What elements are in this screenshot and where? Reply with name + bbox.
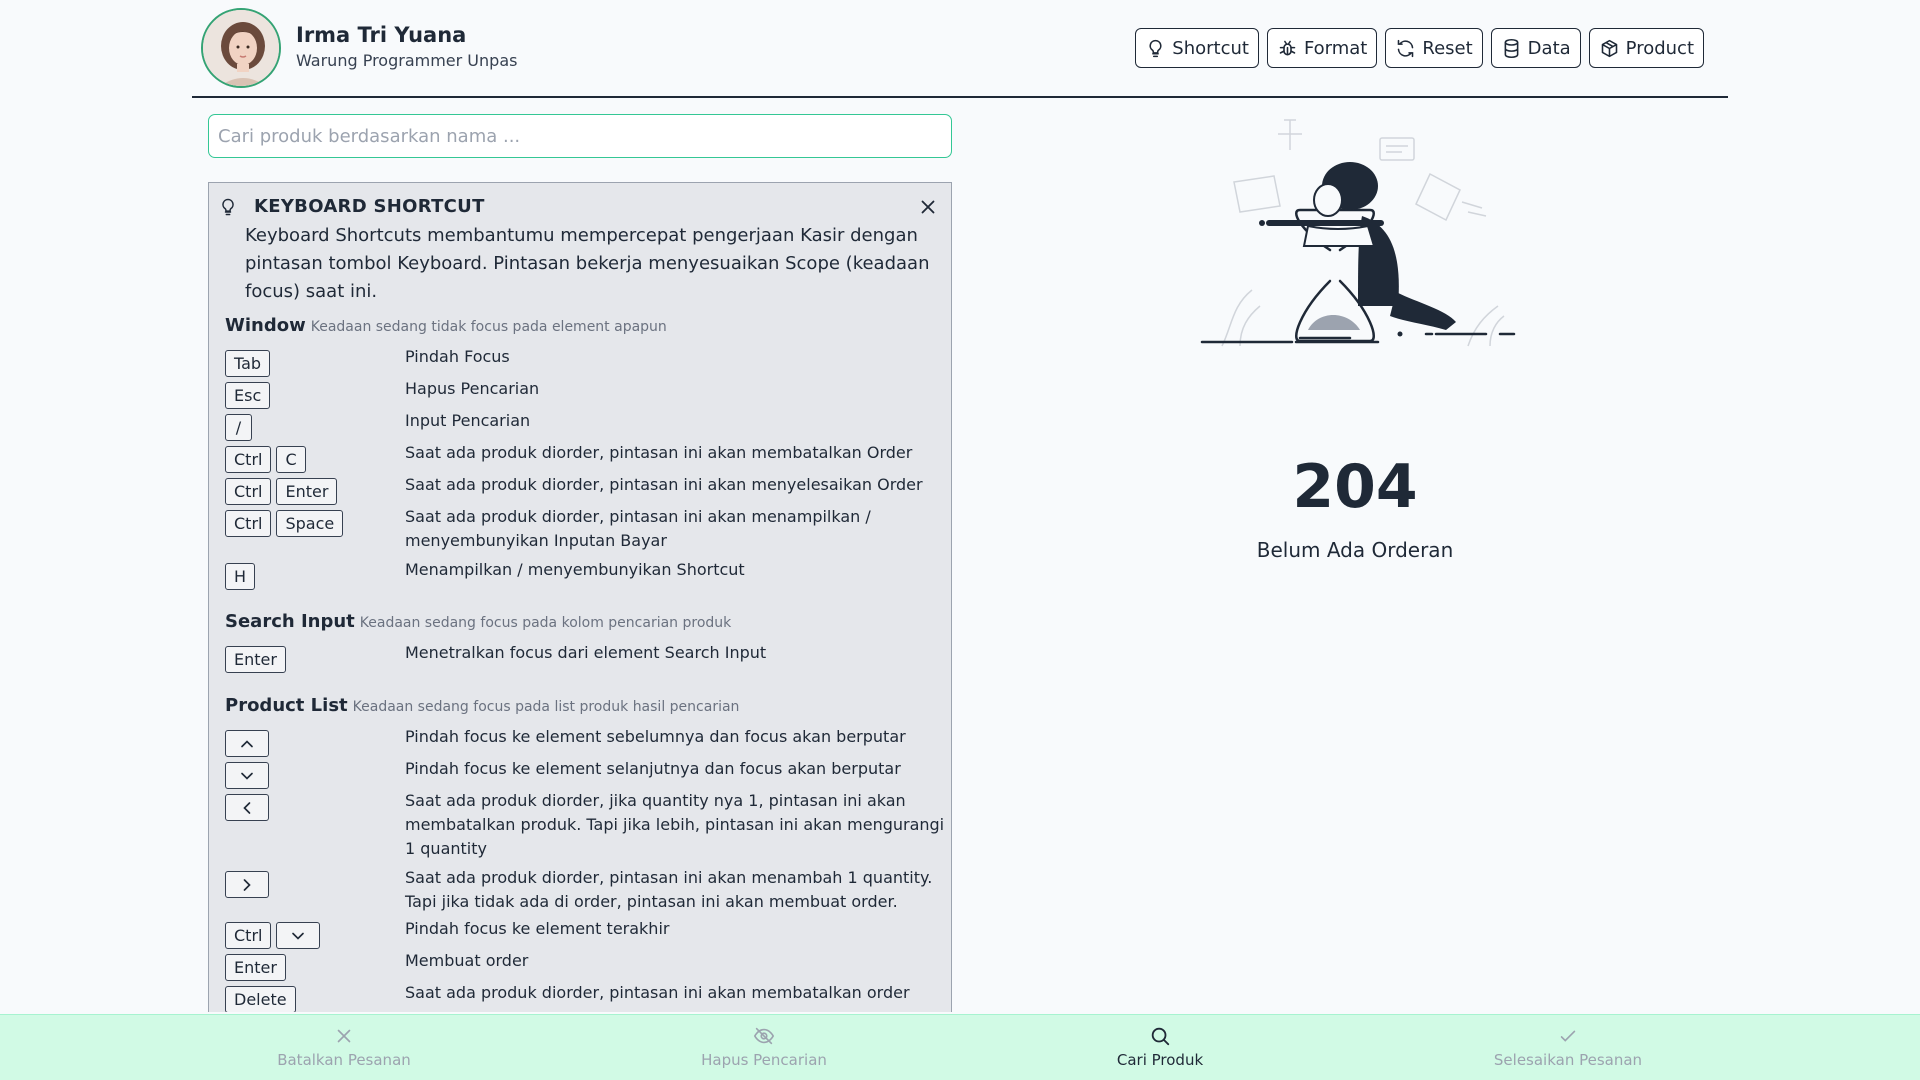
key-ctrl: Ctrl [225,922,272,949]
data-button[interactable]: Data [1490,28,1581,68]
shortcut-desc: Saat ada produk diorder, pintasan ini ak… [405,475,923,494]
search-input[interactable] [208,114,952,158]
format-button[interactable]: Format [1266,28,1378,68]
arrow-right-icon [225,871,269,898]
arrow-up-icon [225,730,269,757]
finish-order-label: Selesaikan Pesanan [1493,1051,1643,1069]
lightbulb-icon [1149,39,1162,57]
shortcut-desc: Saat ada produk diorder, pintasan ini ak… [405,868,933,911]
bug-icon [1279,40,1296,55]
arrow-left-icon [225,794,269,821]
order-count: 204 [1292,452,1418,522]
reset-button[interactable]: Reset [1385,28,1483,68]
box-icon [1601,39,1617,57]
section-title-product-list: Product List Keadaan sedang focus pada li… [225,695,739,716]
product-button-label: Product [1625,37,1694,59]
data-button-label: Data [1527,37,1571,59]
clear-search-button[interactable]: Hapus Pencarian [664,1025,864,1069]
search-product-label: Cari Produk [1116,1051,1204,1069]
shortcut-desc: Menetralkan focus dari element Search In… [405,643,767,662]
shortcut-panel-title: KEYBOARD SHORTCUT [254,196,485,217]
cancel-order-button[interactable]: Batalkan Pesanan [244,1025,444,1069]
shortcut-desc: Hapus Pencarian [405,379,540,398]
clear-search-label: Hapus Pencarian [701,1051,827,1069]
section-title-text: Window [225,315,306,336]
empty-order-illustration [1200,119,1516,347]
shortcut-desc: Saat ada produk diorder, pintasan ini ak… [405,507,871,550]
section-title-window: Window Keadaan sedang tidak focus pada el… [225,315,667,336]
lightbulb-icon [222,198,234,216]
empty-order-text: Belum Ada Orderan [1256,538,1454,562]
shortcut-desc: Pindah focus ke element terakhir [405,919,670,938]
key-esc: Esc [225,382,271,409]
shortcut-button-label: Shortcut [1172,37,1249,59]
app-header: Irma Tri Yuana Warung Programmer Unpas S… [192,0,1728,98]
key-enter: Enter [225,954,286,981]
close-icon[interactable] [917,196,939,218]
shortcut-desc: Saat ada produk diorder, pintasan ini ak… [405,443,913,462]
user-name: Irma Tri Yuana [296,23,467,47]
search-product-button[interactable]: Cari Produk [1060,1025,1260,1069]
shortcut-panel: KEYBOARD SHORTCUT Keyboard Shortcuts mem… [208,182,952,1012]
shortcut-desc: Pindah Focus [405,347,510,366]
search-icon [1151,1027,1170,1046]
shortcut-panel-description: Keyboard Shortcuts membantumu mempercepa… [245,225,930,302]
shortcut-desc: Input Pencarian [405,411,531,430]
database-icon [1504,38,1519,58]
section-title-text: Search Input [225,611,355,632]
key-c: C [276,446,306,473]
section-title-search-input: Search Input Keadaan sedang focus pada ko… [225,611,731,632]
format-button-label: Format [1303,37,1368,59]
header-nav: Shortcut Format Reset Data Product [1135,28,1704,68]
product-button[interactable]: Product [1588,28,1704,68]
arrow-down-icon [276,922,321,949]
cancel-order-label: Batalkan Pesanan [277,1051,411,1069]
reset-button-label: Reset [1422,37,1473,59]
arrow-down-icon [225,762,269,789]
finish-order-button[interactable]: Selesaikan Pesanan [1468,1025,1668,1069]
shortcut-desc: Saat ada produk diorder, pintasan ini ak… [405,983,910,1002]
key-tab: Tab [225,350,271,377]
shortcut-desc: Menampilkan / menyembunyikan Shortcut [405,560,745,579]
section-title-text: Product List [225,695,348,716]
section-subtitle: Keadaan sedang focus pada list produk ha… [352,699,740,715]
refresh-icon [1398,39,1414,57]
key-ctrl: Ctrl [225,478,272,505]
key-ctrl: Ctrl [225,510,272,537]
section-subtitle: Keadaan sedang focus pada kolom pencaria… [359,615,732,631]
shortcut-desc: Membuat order [405,951,529,970]
shortcut-desc: Saat ada produk diorder, jika quantity n… [405,791,945,858]
key-h: H [225,563,256,590]
avatar [201,8,281,88]
close-icon [337,1029,351,1043]
shortcut-desc: Pindah focus ke element sebelumnya dan f… [405,727,906,746]
key-slash: / [225,414,252,441]
check-icon [1560,1030,1576,1042]
key-ctrl: Ctrl [225,446,272,473]
key-enter: Enter [225,646,286,673]
shortcut-desc: Pindah focus ke element selanjutnya dan … [405,759,901,778]
bottom-action-bar: Batalkan Pesanan Hapus Pencarian Cari Pr… [0,1014,1920,1080]
eye-slash-icon [753,1027,775,1045]
key-space: Space [276,510,344,537]
section-subtitle: Keadaan sedang tidak focus pada element … [310,319,667,335]
shortcut-button[interactable]: Shortcut [1135,28,1259,68]
shop-name: Warung Programmer Unpas [296,51,518,70]
key-enter: Enter [276,478,338,505]
key-delete: Delete [225,986,296,1012]
